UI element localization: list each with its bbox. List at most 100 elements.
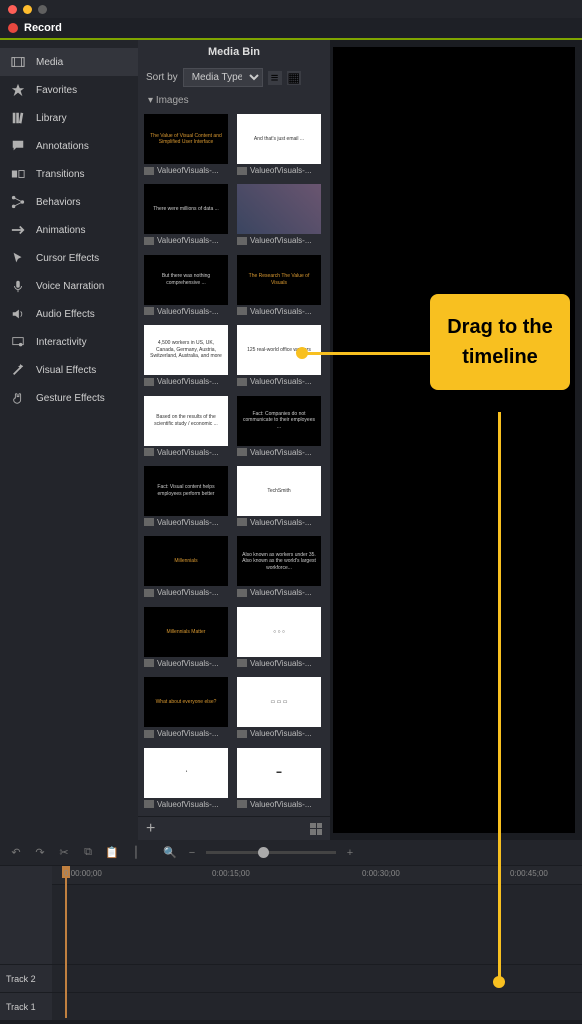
sidebar-item-cursor-effects[interactable]: Cursor Effects (0, 244, 138, 272)
image-type-icon (237, 448, 247, 456)
timeline-toolbar: ↶ ↷ ✂ ⧉ 📋 ⎮ 🔍 − + (0, 840, 582, 866)
view-grid-button[interactable]: ▦ (287, 71, 301, 85)
track-label[interactable]: Track 1 (0, 992, 52, 1020)
media-thumbnail[interactable]: What about everyone else?ValueofVisuals-… (144, 677, 231, 741)
speech-icon (10, 138, 26, 154)
undo-button[interactable]: ↶ (8, 845, 24, 861)
thumbnail-filename: ValueofVisuals-... (250, 236, 320, 245)
cut-button[interactable]: ✂ (56, 845, 72, 861)
tool-sidebar: Media Favorites Library Annotations Tran… (0, 40, 138, 840)
media-thumbnail[interactable]: The Research The Value of VisualsValueof… (237, 255, 324, 319)
close-window-button[interactable] (8, 5, 17, 14)
sidebar-item-library[interactable]: Library (0, 104, 138, 132)
media-grid: The Value of Visual Content and Simplifi… (138, 110, 330, 816)
track-label[interactable]: Track 2 (0, 964, 52, 992)
sidebar-item-label: Behaviors (36, 197, 80, 208)
media-thumbnail[interactable]: 125 real-world office workersValueofVisu… (237, 325, 324, 389)
image-type-icon (144, 730, 154, 738)
zoom-handle[interactable] (258, 847, 269, 858)
sidebar-item-annotations[interactable]: Annotations (0, 132, 138, 160)
paste-button[interactable]: 📋 (104, 845, 120, 861)
record-bar[interactable]: Record (0, 18, 582, 40)
media-thumbnail[interactable]: Also known as workers under 35. Also kno… (237, 536, 324, 600)
grid-resize-button[interactable] (310, 823, 322, 835)
sidebar-item-label: Favorites (36, 85, 77, 96)
sidebar-item-audio-effects[interactable]: Audio Effects (0, 300, 138, 328)
media-thumbnail[interactable]: ○ ○ ○ValueofVisuals-... (237, 607, 324, 671)
thumbnail-filename: ValueofVisuals-... (157, 377, 227, 386)
sidebar-item-favorites[interactable]: Favorites (0, 76, 138, 104)
media-thumbnail[interactable]: ▬ValueofVisuals-... (237, 748, 324, 812)
image-type-icon (144, 448, 154, 456)
media-thumbnail[interactable]: There were millions of data ...ValueofVi… (144, 184, 231, 248)
copy-button[interactable]: ⧉ (80, 845, 96, 861)
thumbnail-filename: ValueofVisuals-... (157, 166, 227, 175)
image-type-icon (237, 167, 247, 175)
thumbnail-filename: ValueofVisuals-... (157, 518, 227, 527)
sidebar-item-label: Library (36, 113, 67, 124)
media-thumbnail[interactable]: Millennials MatterValueofVisuals-... (144, 607, 231, 671)
image-type-icon (237, 307, 247, 315)
thumbnail-filename: ValueofVisuals-... (157, 236, 227, 245)
thumbnail-filename: ValueofVisuals-... (250, 659, 320, 668)
sidebar-item-voice-narration[interactable]: Voice Narration (0, 272, 138, 300)
view-list-button[interactable]: ≡ (268, 71, 282, 85)
main-area: Media Favorites Library Annotations Tran… (0, 40, 582, 840)
track-labels: Track 2 Track 1 (0, 866, 52, 1020)
zoom-slider[interactable] (206, 851, 336, 854)
zoom-in-button[interactable]: + (342, 845, 358, 861)
media-thumbnail[interactable]: And that's just email ...ValueofVisuals-… (237, 114, 324, 178)
sidebar-item-media[interactable]: Media (0, 48, 138, 76)
nodes-icon (10, 194, 26, 210)
sidebar-item-interactivity[interactable]: Interactivity (0, 328, 138, 356)
sidebar-item-transitions[interactable]: Transitions (0, 160, 138, 188)
sort-row: Sort by Media Type ≡ ▦ (138, 64, 330, 91)
image-type-icon (237, 518, 247, 526)
thumbnail-filename: ValueofVisuals-... (250, 588, 320, 597)
zoom-out-button[interactable]: − (184, 845, 200, 861)
speaker-icon (10, 306, 26, 322)
sidebar-item-visual-effects[interactable]: Visual Effects (0, 356, 138, 384)
time-tick: 0:00:00;00 (64, 869, 102, 878)
track-row-empty[interactable] (52, 884, 582, 964)
split-button[interactable]: ⎮ (128, 845, 144, 861)
media-thumbnail[interactable]: ▭ ▭ ▭ValueofVisuals-... (237, 677, 324, 741)
sort-label: Sort by (146, 72, 178, 83)
sidebar-item-behaviors[interactable]: Behaviors (0, 188, 138, 216)
add-media-button[interactable]: + (146, 820, 155, 838)
media-thumbnail[interactable]: TechSmithValueofVisuals-... (237, 466, 324, 530)
media-thumbnail[interactable]: ValueofVisuals-... (237, 184, 324, 248)
media-thumbnail[interactable]: But there was nothing comprehensive ...V… (144, 255, 231, 319)
sort-select[interactable]: Media Type (183, 68, 263, 87)
sidebar-item-animations[interactable]: Animations (0, 216, 138, 244)
media-thumbnail[interactable]: MillennialsValueofVisuals-... (144, 536, 231, 600)
thumbnail-filename: ValueofVisuals-... (157, 800, 227, 809)
minimize-window-button[interactable] (23, 5, 32, 14)
mic-icon (10, 278, 26, 294)
section-images[interactable]: ▾ Images (138, 91, 330, 110)
media-thumbnail[interactable]: ◔ValueofVisuals-... (144, 748, 231, 812)
media-thumbnail[interactable]: Fact: Visual content helps employees per… (144, 466, 231, 530)
arrow-icon (10, 222, 26, 238)
media-thumbnail[interactable]: Fact: Companies do not communicate to th… (237, 396, 324, 460)
maximize-window-button[interactable] (38, 5, 47, 14)
image-type-icon (237, 378, 247, 386)
window-controls (0, 0, 582, 18)
media-thumbnail[interactable]: The Value of Visual Content and Simplifi… (144, 114, 231, 178)
redo-button[interactable]: ↷ (32, 845, 48, 861)
timeline-body: Track 2 Track 1 0:00:00;00 0:00:15;00 0:… (0, 866, 582, 1020)
timeline-ruler[interactable]: 0:00:00;00 0:00:15;00 0:00:30;00 0:00:45… (52, 866, 582, 884)
media-thumbnail[interactable]: Based on the results of the scientific s… (144, 396, 231, 460)
tutorial-callout: Drag to the timeline (430, 294, 570, 390)
track-row-1[interactable] (52, 992, 582, 1020)
callout-pointer-line (302, 352, 430, 355)
image-type-icon (144, 659, 154, 667)
thumbnail-filename: ValueofVisuals-... (250, 377, 320, 386)
image-type-icon (144, 237, 154, 245)
thumbnail-filename: ValueofVisuals-... (157, 729, 227, 738)
media-thumbnail[interactable]: 4,500 workers in US, UK, Canada, Germany… (144, 325, 231, 389)
tracks-area[interactable]: 0:00:00;00 0:00:15;00 0:00:30;00 0:00:45… (52, 866, 582, 1020)
sidebar-item-gesture-effects[interactable]: Gesture Effects (0, 384, 138, 412)
sidebar-item-label: Annotations (36, 141, 89, 152)
canvas-preview[interactable] (332, 46, 576, 834)
